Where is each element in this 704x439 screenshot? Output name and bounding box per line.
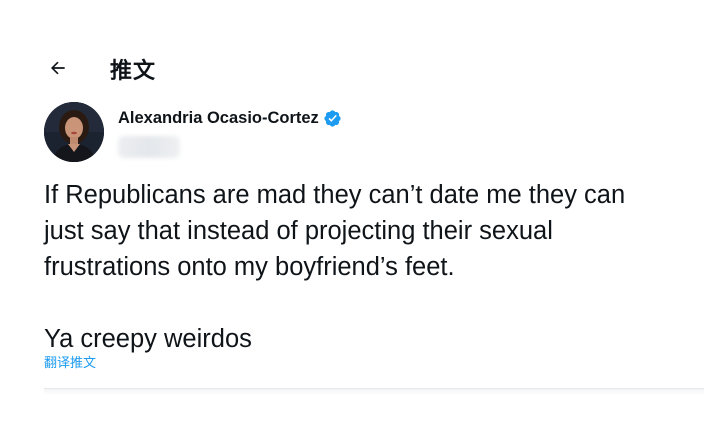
- divider-shadow: [44, 389, 704, 395]
- tweet-detail-page: 推文 Alexandria Ocasio-Cortez If Republica…: [0, 0, 704, 439]
- back-button[interactable]: [44, 54, 72, 82]
- tweet-text-line: If Republicans are mad they can’t date m…: [44, 181, 626, 209]
- translate-tweet-link[interactable]: 翻译推文: [44, 352, 96, 371]
- author-name-link[interactable]: Alexandria Ocasio-Cortez: [118, 109, 342, 128]
- page-title: 推文: [110, 59, 157, 84]
- tweet-text-line: just say that instead of projecting thei…: [44, 217, 553, 245]
- page-header: 推文: [0, 46, 704, 90]
- tweet-author: Alexandria Ocasio-Cortez: [44, 102, 664, 162]
- avatar-photo: [44, 102, 104, 162]
- tweet-text-line: frustrations onto my boyfriend’s feet.: [44, 253, 455, 281]
- tweet-text-line: Ya creepy weirdos: [44, 325, 252, 353]
- author-name: Alexandria Ocasio-Cortez: [118, 109, 319, 127]
- avatar[interactable]: [44, 102, 104, 162]
- author-handle-redacted: [118, 136, 180, 158]
- arrow-left-icon: [51, 61, 65, 75]
- tweet-text: If Republicans are mad they can’t date m…: [44, 177, 694, 357]
- verified-badge-icon: [324, 110, 341, 127]
